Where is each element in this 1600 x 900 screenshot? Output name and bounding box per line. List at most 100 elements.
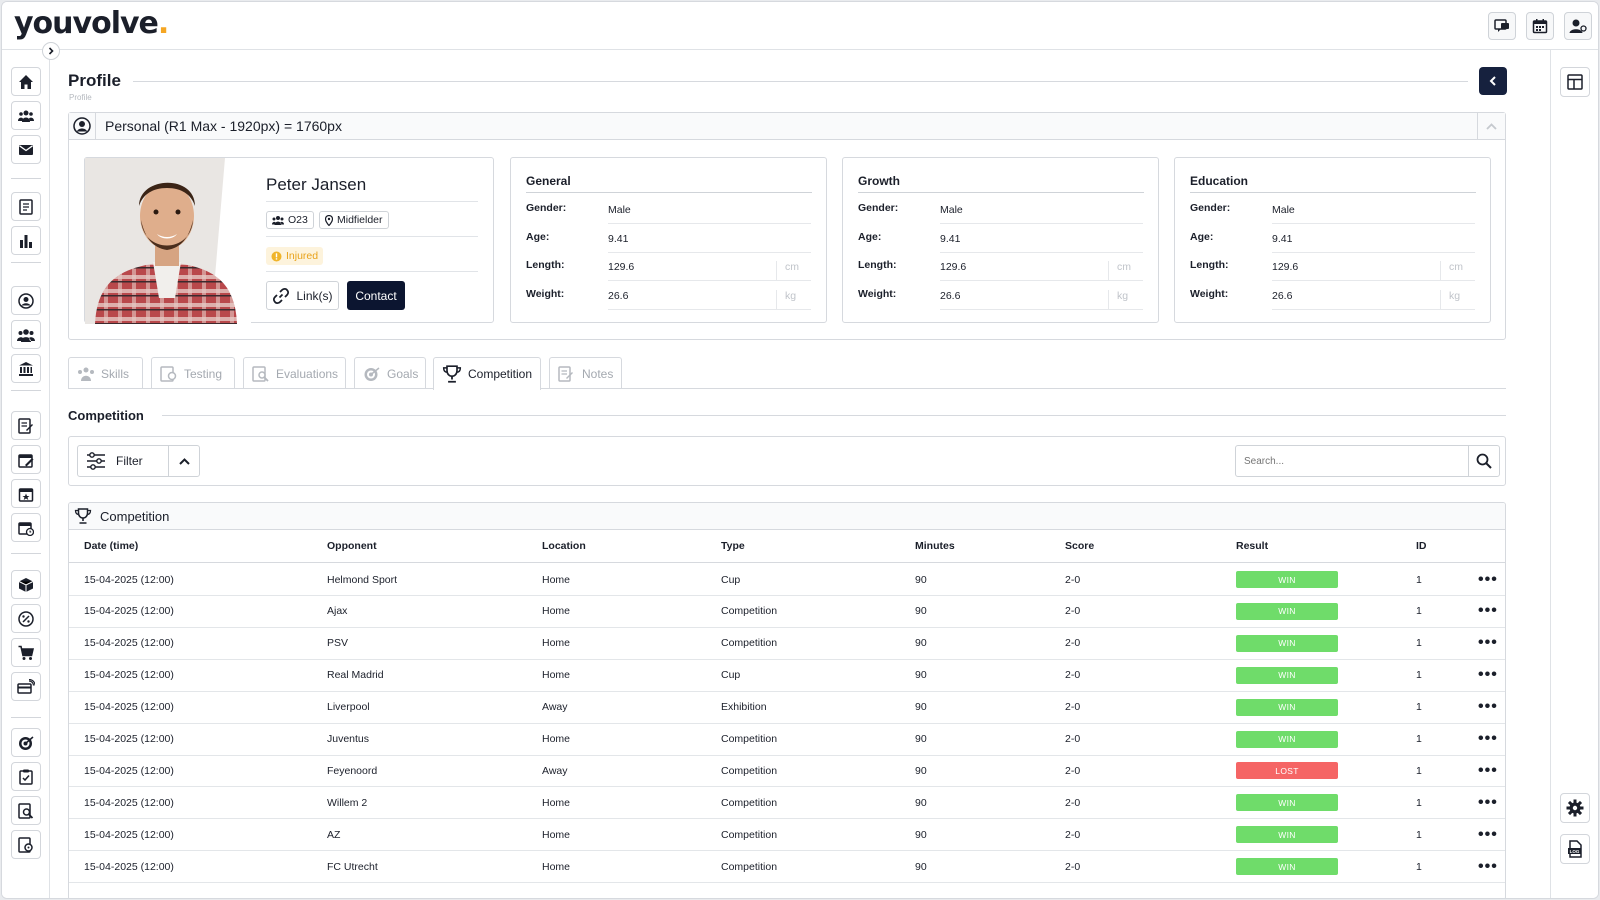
settings-gear-icon[interactable] bbox=[1560, 793, 1590, 823]
table-row[interactable]: 15-04-2025 (12:00) Feyenoord Away Competiti… bbox=[69, 755, 1505, 788]
calendar-icon[interactable] bbox=[1526, 12, 1554, 40]
home-icon[interactable] bbox=[11, 67, 41, 96]
links-button[interactable]: Link(s) bbox=[266, 281, 339, 310]
result-cell: LOST bbox=[1236, 755, 1338, 786]
left-sidebar bbox=[2, 50, 50, 898]
chat-icon[interactable] bbox=[1488, 12, 1516, 40]
filter-toggle-button[interactable] bbox=[168, 445, 200, 477]
more-actions-icon[interactable]: ••• bbox=[1478, 787, 1498, 818]
youvolve-logo[interactable]: youvolve. bbox=[14, 6, 169, 41]
score-cell: 2-0 bbox=[1065, 828, 1081, 841]
report-icon[interactable] bbox=[11, 192, 41, 221]
table-row[interactable]: 15-04-2025 (12:00) Helmond Sport Home Cup 90… bbox=[69, 564, 1505, 596]
column-header[interactable]: Location bbox=[542, 530, 586, 562]
column-header[interactable]: Result bbox=[1236, 530, 1268, 562]
discount-icon[interactable] bbox=[11, 604, 41, 633]
package-icon[interactable] bbox=[11, 570, 41, 599]
column-header[interactable]: Date (time) bbox=[84, 530, 138, 562]
table-row[interactable]: 15-04-2025 (12:00) FC Utrecht Home Competit… bbox=[69, 851, 1505, 884]
table-row[interactable]: 15-04-2025 (12:00) Ajax Home Competition 90 2… bbox=[69, 596, 1505, 628]
more-actions-icon[interactable]: ••• bbox=[1478, 564, 1498, 595]
more-actions-icon[interactable]: ••• bbox=[1478, 851, 1498, 882]
edit-document-icon[interactable] bbox=[11, 411, 41, 440]
collapse-panel-button[interactable] bbox=[1477, 113, 1505, 140]
table-row[interactable]: 15-04-2025 (12:00) AZ Home Competition 90 2-0… bbox=[69, 819, 1505, 852]
tab-testing[interactable]: Testing bbox=[151, 357, 235, 389]
target-icon[interactable] bbox=[11, 728, 41, 757]
info-label: Age: bbox=[1190, 230, 1214, 243]
breadcrumb[interactable]: Profile bbox=[69, 93, 92, 102]
search-button[interactable] bbox=[1468, 445, 1500, 477]
tab-evaluations[interactable]: Evaluations bbox=[243, 357, 346, 389]
filter-button[interactable]: Filter bbox=[77, 445, 169, 477]
log-file-icon[interactable]: LOG bbox=[1560, 834, 1590, 864]
clipboard-check-icon[interactable] bbox=[11, 762, 41, 791]
more-actions-icon[interactable]: ••• bbox=[1478, 692, 1498, 723]
user-circle-icon bbox=[69, 113, 96, 139]
user-settings-icon[interactable] bbox=[1564, 12, 1592, 40]
trophy-icon bbox=[74, 508, 92, 524]
calendar-clock-icon[interactable] bbox=[11, 513, 41, 542]
search-input[interactable] bbox=[1235, 445, 1469, 477]
table-row[interactable]: 15-04-2025 (12:00) Liverpool Away Exhibitio… bbox=[69, 692, 1505, 724]
back-button[interactable] bbox=[1479, 67, 1507, 95]
location-cell: Home bbox=[542, 605, 571, 618]
app-window: youvolve. LOG Profile Profile Personal (… bbox=[1, 1, 1599, 899]
document-search-icon[interactable] bbox=[11, 796, 41, 825]
info-card-general: General Gender: Male Age: 9.41 Length: 1… bbox=[510, 157, 827, 323]
minutes-cell: 90 bbox=[915, 637, 927, 650]
location-cell: Home bbox=[542, 796, 571, 809]
team-icon[interactable] bbox=[11, 101, 41, 130]
club-icon[interactable] bbox=[11, 354, 41, 383]
info-value: 129.6 bbox=[1272, 261, 1299, 273]
event-calendar-icon[interactable] bbox=[11, 479, 41, 508]
date-cell: 15-04-2025 (12:00) bbox=[84, 733, 174, 745]
layout-panel-icon[interactable] bbox=[1560, 67, 1590, 97]
more-actions-icon[interactable]: ••• bbox=[1478, 724, 1498, 755]
profile-icon[interactable] bbox=[11, 286, 41, 315]
trophy-icon bbox=[442, 365, 462, 383]
competition-table: Competition Date (time) Opponent Location T… bbox=[68, 502, 1506, 898]
contact-button[interactable]: Contact bbox=[347, 281, 405, 310]
opponent-cell: Real Madrid bbox=[327, 669, 384, 682]
date-cell: 15-04-2025 (12:00) bbox=[84, 764, 174, 777]
location-cell: Home bbox=[542, 828, 571, 841]
statistics-icon[interactable] bbox=[11, 226, 41, 255]
id-cell: 1 bbox=[1416, 796, 1422, 809]
tab-goals[interactable]: Goals bbox=[354, 357, 426, 389]
tab-competition[interactable]: Competition bbox=[433, 357, 541, 390]
schedule-edit-icon[interactable] bbox=[11, 445, 41, 474]
more-actions-icon[interactable]: ••• bbox=[1478, 596, 1498, 627]
column-header[interactable]: Score bbox=[1065, 530, 1094, 562]
opponent-cell: Ajax bbox=[327, 605, 348, 618]
document-settings-icon[interactable] bbox=[11, 830, 41, 859]
cart-icon[interactable] bbox=[11, 638, 41, 667]
column-header[interactable]: ID bbox=[1416, 530, 1427, 562]
table-row[interactable]: 15-04-2025 (12:00) Real Madrid Home Cup 90 2-… bbox=[69, 660, 1505, 692]
tab-label: Competition bbox=[468, 367, 533, 381]
info-unit: cm bbox=[1108, 261, 1131, 281]
table-row[interactable]: 15-04-2025 (12:00) Juventus Home Competitio… bbox=[69, 724, 1505, 756]
tab-skills[interactable]: Skills bbox=[68, 357, 143, 389]
info-row: Length: 129.6 cm bbox=[1190, 253, 1475, 281]
info-row: Age: 9.41 bbox=[526, 225, 811, 253]
table-row[interactable]: 15-04-2025 (12:00) PSV Home Competition 90 2-… bbox=[69, 628, 1505, 660]
type-cell: Competition bbox=[721, 796, 778, 809]
more-actions-icon[interactable]: ••• bbox=[1478, 660, 1498, 691]
more-actions-icon[interactable]: ••• bbox=[1478, 628, 1498, 659]
tab-notes[interactable]: Notes bbox=[549, 357, 622, 389]
players-icon[interactable] bbox=[11, 320, 41, 349]
column-header[interactable]: Type bbox=[721, 530, 745, 562]
mail-icon[interactable] bbox=[11, 135, 41, 164]
column-header[interactable]: Opponent bbox=[327, 530, 377, 562]
expand-sidebar-icon[interactable] bbox=[42, 42, 60, 60]
column-header[interactable]: Minutes bbox=[915, 530, 955, 562]
more-actions-icon[interactable]: ••• bbox=[1478, 755, 1498, 786]
location-cell: Home bbox=[542, 637, 571, 650]
minutes-cell: 90 bbox=[915, 764, 927, 777]
payment-icon[interactable] bbox=[11, 672, 41, 701]
info-value: 129.6 bbox=[940, 261, 967, 273]
player-name: Peter Jansen bbox=[266, 175, 367, 194]
table-row[interactable]: 15-04-2025 (12:00) Willem 2 Home Competitio… bbox=[69, 787, 1505, 820]
more-actions-icon[interactable]: ••• bbox=[1478, 819, 1498, 850]
